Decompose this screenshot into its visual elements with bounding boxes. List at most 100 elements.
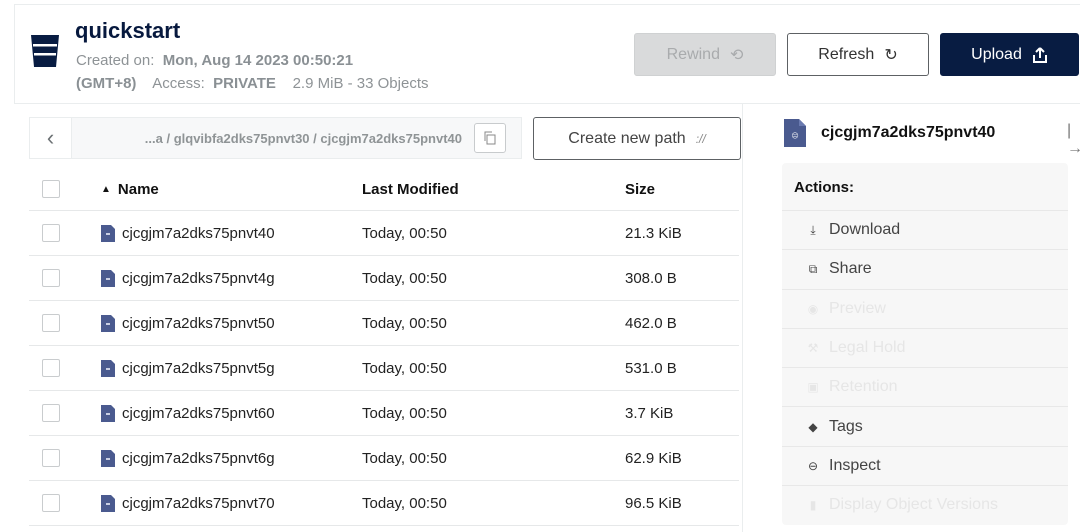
table-row[interactable]: cjcgjm7a2dks75pnvt5g Today, 00:50 531.0 … bbox=[29, 346, 739, 391]
action-retention: ▣ Retention bbox=[782, 367, 1068, 406]
refresh-button[interactable]: Refresh ↻ bbox=[787, 33, 929, 76]
gavel-icon: ⚒ bbox=[807, 341, 819, 356]
table-row[interactable]: cjcgjm7a2dks75pnvt50 Today, 00:50 462.0 … bbox=[29, 301, 739, 346]
back-button[interactable]: ‹ bbox=[30, 118, 72, 158]
object-name: cjcgjm7a2dks75pnvt50 bbox=[122, 314, 275, 332]
action-inspect[interactable]: ⊖ Inspect bbox=[782, 445, 1068, 485]
row-checkbox[interactable] bbox=[42, 449, 60, 467]
size-cell: 21.3 KiB bbox=[625, 224, 682, 242]
object-browser: ‹ ...a / glqvibfa2dks75pnvt30 / cjcgjm7a… bbox=[14, 104, 743, 532]
chevron-left-icon: ‹ bbox=[46, 125, 55, 150]
file-icon bbox=[101, 449, 115, 467]
name-column-header[interactable]: ▲ Name bbox=[101, 181, 159, 198]
rewind-label: Rewind bbox=[666, 45, 720, 63]
table-row[interactable]: cjcgjm7a2dks75pnvt60 Today, 00:50 3.7 Ki… bbox=[29, 391, 739, 436]
size-cell: 3.7 KiB bbox=[625, 404, 674, 422]
file-icon bbox=[101, 224, 115, 242]
file-icon bbox=[101, 314, 115, 332]
file-icon bbox=[101, 269, 115, 287]
access-label: Access: bbox=[152, 75, 205, 92]
inspect-icon: ⊖ bbox=[807, 458, 819, 473]
action-label: Download bbox=[829, 221, 901, 239]
collapse-panel-icon[interactable]: |→ bbox=[1067, 122, 1080, 158]
refresh-icon: ↻ bbox=[884, 46, 898, 64]
created-value: Mon, Aug 14 2023 00:50:21 bbox=[162, 52, 354, 69]
action-preview: ◉ Preview bbox=[782, 288, 1068, 328]
table-row[interactable]: cjcgjm7a2dks75pnvt6g Today, 00:50 62.9 K… bbox=[29, 436, 739, 481]
action-tags[interactable]: ◆ Tags bbox=[782, 406, 1068, 445]
object-name-cell[interactable]: cjcgjm7a2dks75pnvt60 bbox=[101, 404, 275, 422]
select-all-checkbox[interactable] bbox=[42, 180, 60, 198]
size-cell: 96.5 KiB bbox=[625, 494, 682, 512]
row-checkbox[interactable] bbox=[42, 359, 60, 377]
versions-icon: ▮ bbox=[809, 498, 817, 513]
bucket-usage: 2.9 MiB - 33 Objects bbox=[292, 75, 429, 92]
table-header: ▲ Name Last Modified Size bbox=[29, 168, 739, 211]
bucket-icon bbox=[31, 35, 59, 67]
create-path-label: Create new path bbox=[568, 129, 686, 147]
action-label: Retention bbox=[829, 378, 898, 396]
table-row[interactable]: cjcgjm7a2dks75pnvt4g Today, 00:50 308.0 … bbox=[29, 256, 739, 301]
action-download[interactable]: ⤓ Download bbox=[782, 210, 1068, 249]
refresh-label: Refresh bbox=[818, 45, 875, 63]
modified-cell: Today, 00:50 bbox=[362, 224, 447, 242]
action-share[interactable]: ⧉ Share bbox=[782, 249, 1068, 288]
size-column-header[interactable]: Size bbox=[625, 181, 655, 198]
access-value: PRIVATE bbox=[213, 75, 276, 92]
row-checkbox[interactable] bbox=[42, 314, 60, 332]
object-name: cjcgjm7a2dks75pnvt60 bbox=[122, 404, 275, 422]
breadcrumb-path[interactable]: ...a / glqvibfa2dks75pnvt30 / cjcgjm7a2d… bbox=[72, 131, 474, 146]
breadcrumb: ‹ ...a / glqvibfa2dks75pnvt30 / cjcgjm7a… bbox=[29, 117, 522, 159]
size-cell: 531.0 B bbox=[625, 359, 677, 377]
share-icon: ⧉ bbox=[808, 261, 818, 276]
modified-cell: Today, 00:50 bbox=[362, 359, 447, 377]
modified-cell: Today, 00:50 bbox=[362, 314, 447, 332]
objects-table: ▲ Name Last Modified Size cjcgjm7a2dks75p… bbox=[29, 168, 739, 526]
row-checkbox[interactable] bbox=[42, 494, 60, 512]
bucket-created: Created on: Mon, Aug 14 2023 00:50:21 bbox=[76, 52, 353, 69]
action-label: Display Object Versions bbox=[829, 496, 998, 514]
name-header-label: Name bbox=[117, 180, 159, 198]
size-cell: 308.0 B bbox=[625, 269, 677, 287]
download-icon: ⤓ bbox=[810, 222, 816, 237]
row-checkbox[interactable] bbox=[42, 224, 60, 242]
object-name-cell[interactable]: cjcgjm7a2dks75pnvt6g bbox=[101, 449, 275, 467]
action-label: Tags bbox=[829, 417, 863, 435]
bucket-name: quickstart bbox=[75, 18, 181, 43]
modified-column-header[interactable]: Last Modified bbox=[362, 181, 459, 198]
history-icon: ⟲ bbox=[729, 46, 744, 64]
file-icon: ☹ bbox=[784, 119, 806, 147]
create-new-path-button[interactable]: Create new path :// bbox=[533, 117, 741, 160]
upload-icon bbox=[1032, 46, 1047, 63]
object-name-cell[interactable]: cjcgjm7a2dks75pnvt4g bbox=[101, 269, 275, 287]
selected-object-name: cjcgjm7a2dks75pnvt40 bbox=[821, 124, 996, 141]
table-row[interactable]: cjcgjm7a2dks75pnvt40 Today, 00:50 21.3 K… bbox=[29, 211, 739, 256]
object-details-panel: ☹ cjcgjm7a2dks75pnvt40 |→ Actions: ⤓ Down… bbox=[744, 104, 1080, 532]
object-name-cell[interactable]: cjcgjm7a2dks75pnvt5g bbox=[101, 359, 275, 377]
object-name: cjcgjm7a2dks75pnvt70 bbox=[122, 494, 275, 512]
action-label: Inspect bbox=[829, 456, 881, 474]
row-checkbox[interactable] bbox=[42, 269, 60, 287]
table-row[interactable]: cjcgjm7a2dks75pnvt70 Today, 00:50 96.5 K… bbox=[29, 481, 739, 526]
modified-cell: Today, 00:50 bbox=[362, 269, 447, 287]
object-name: cjcgjm7a2dks75pnvt40 bbox=[122, 224, 275, 242]
rewind-button[interactable]: Rewind ⟲ bbox=[634, 33, 776, 76]
size-cell: 62.9 KiB bbox=[625, 449, 682, 467]
row-checkbox[interactable] bbox=[42, 404, 60, 422]
copy-path-button[interactable] bbox=[474, 123, 506, 153]
file-icon bbox=[101, 494, 115, 512]
timezone: (GMT+8) bbox=[76, 75, 137, 92]
modified-cell: Today, 00:50 bbox=[362, 404, 447, 422]
upload-button[interactable]: Upload bbox=[940, 33, 1079, 76]
bucket-header: quickstart Created on: Mon, Aug 14 2023 … bbox=[14, 4, 1080, 104]
action-label: Preview bbox=[829, 299, 886, 317]
tag-icon: ◆ bbox=[808, 419, 818, 434]
bucket-meta: (GMT+8) Access: PRIVATE 2.9 MiB - 33 Obj… bbox=[76, 75, 428, 92]
object-name-cell[interactable]: cjcgjm7a2dks75pnvt40 bbox=[101, 224, 275, 242]
eye-icon: ◉ bbox=[807, 301, 819, 316]
object-name-cell[interactable]: cjcgjm7a2dks75pnvt70 bbox=[101, 494, 275, 512]
object-name: cjcgjm7a2dks75pnvt4g bbox=[122, 269, 275, 287]
copy-icon bbox=[484, 131, 496, 145]
object-name-cell[interactable]: cjcgjm7a2dks75pnvt50 bbox=[101, 314, 275, 332]
modified-cell: Today, 00:50 bbox=[362, 494, 447, 512]
